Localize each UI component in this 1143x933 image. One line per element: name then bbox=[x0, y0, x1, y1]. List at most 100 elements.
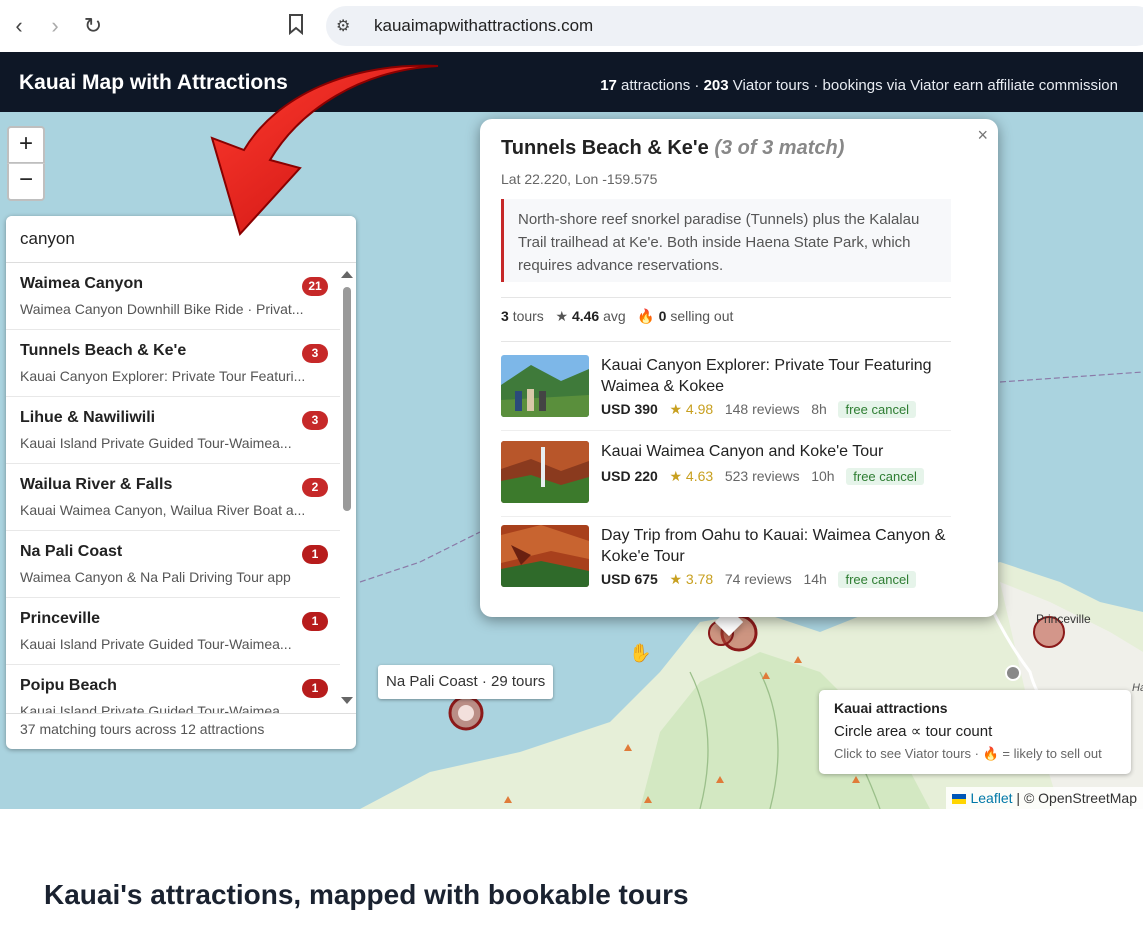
marker-na-pali-inner bbox=[458, 705, 474, 721]
divider bbox=[501, 430, 951, 431]
result-item-wailua-river[interactable]: Wailua River & Falls Kauai Waimea Canyon… bbox=[6, 464, 340, 531]
tour-count-badge: 3 bbox=[302, 411, 328, 430]
result-item-waimea-canyon[interactable]: Waimea Canyon Waimea Canyon Downhill Bik… bbox=[6, 263, 340, 330]
hand-cursor-icon: ✋ bbox=[629, 643, 652, 663]
url-text: kauaimapwithattractions.com bbox=[374, 16, 594, 35]
divider bbox=[501, 516, 951, 517]
tour-count-badge: 1 bbox=[302, 679, 328, 698]
result-name: Na Pali Coast bbox=[20, 543, 123, 560]
results-scrollbar[interactable] bbox=[340, 267, 354, 711]
address-bar[interactable]: ⚙ kauaimapwithattractions.com bbox=[326, 6, 1143, 46]
map-attribution: Leaflet | © OpenStreetMap bbox=[946, 787, 1143, 809]
tour-image[interactable] bbox=[501, 355, 589, 417]
free-cancel-badge: free cancel bbox=[838, 571, 917, 588]
free-cancel-badge: free cancel bbox=[838, 401, 917, 418]
tour-count-badge: 1 bbox=[302, 612, 328, 631]
result-item-poipu-beach[interactable]: Poipu Beach Kauai Island Private Guided … bbox=[6, 665, 340, 713]
result-subtitle: Kauai Waimea Canyon, Wailua River Boat a… bbox=[20, 502, 306, 518]
bookmark-icon[interactable] bbox=[283, 13, 309, 39]
selling-out-label: selling out bbox=[670, 308, 734, 324]
fire-icon: 🔥 bbox=[637, 308, 655, 324]
tour-image[interactable] bbox=[501, 525, 589, 587]
result-name: Tunnels Beach & Ke'e bbox=[20, 342, 187, 359]
result-name: Poipu Beach bbox=[20, 677, 117, 694]
site-title[interactable]: Kauai Map with Attractions bbox=[19, 71, 288, 95]
attraction-popup: × Tunnels Beach & Ke'e (3 of 3 match) La… bbox=[480, 119, 998, 617]
leaflet-link[interactable]: Leaflet bbox=[970, 790, 1012, 806]
tour-meta: USD 390 ★ 4.98 148 reviews 8h free cance… bbox=[601, 401, 917, 418]
tour-image[interactable] bbox=[501, 441, 589, 503]
result-item-lihue[interactable]: Lihue & Nawiliwili Kauai Island Private … bbox=[6, 397, 340, 464]
zoom-out-button[interactable]: − bbox=[7, 163, 45, 201]
browser-toolbar: ‹ › ↻ ⚙ kauaimapwithattractions.com bbox=[0, 0, 1143, 52]
result-subtitle: Kauai Island Private Guided Tour-Waimea.… bbox=[20, 703, 292, 713]
legend-line-1: Circle area ∝ tour count bbox=[834, 723, 993, 740]
section-title: Kauai's attractions, mapped with bookabl… bbox=[44, 879, 689, 910]
reload-icon[interactable]: ↻ bbox=[80, 13, 106, 39]
tour-duration: 8h bbox=[811, 401, 827, 417]
result-name: Lihue & Nawiliwili bbox=[20, 409, 156, 426]
close-icon[interactable]: × bbox=[977, 125, 988, 146]
site-header: Kauai Map with Attractions 17 attraction… bbox=[0, 52, 1143, 112]
tour-count-badge: 1 bbox=[302, 545, 328, 564]
result-subtitle: Kauai Island Private Guided Tour-Waimea.… bbox=[20, 636, 292, 652]
scroll-down-icon[interactable] bbox=[341, 697, 353, 704]
popup-match-count: (3 of 3 match) bbox=[714, 137, 845, 159]
result-name: Wailua River & Falls bbox=[20, 476, 173, 493]
tour-meta: USD 220 ★ 4.63 523 reviews 10h free canc… bbox=[601, 468, 924, 485]
tour-name[interactable]: Kauai Waimea Canyon and Koke'e Tour bbox=[601, 441, 951, 462]
results-summary: 37 matching tours across 12 attractions bbox=[6, 713, 356, 749]
osm-attribution[interactable]: | © OpenStreetMap bbox=[1016, 790, 1137, 806]
legend-title: Kauai attractions bbox=[834, 700, 948, 716]
tour-reviews: 523 reviews bbox=[724, 468, 800, 484]
avg-label: avg bbox=[603, 308, 626, 324]
tour-card-2[interactable]: Kauai Waimea Canyon and Koke'e Tour USD … bbox=[501, 441, 951, 519]
tour-price: USD 390 bbox=[601, 401, 658, 417]
tour-count-badge: 3 bbox=[302, 344, 328, 363]
tours-count: 3 bbox=[501, 308, 509, 324]
free-cancel-badge: free cancel bbox=[846, 468, 924, 485]
tour-meta: USD 675 ★ 3.78 74 reviews 14h free cance… bbox=[601, 571, 917, 588]
search-panel: Waimea Canyon Waimea Canyon Downhill Bik… bbox=[6, 216, 356, 749]
divider bbox=[501, 341, 951, 342]
forward-icon[interactable]: › bbox=[42, 13, 68, 39]
popup-coordinates: Lat 22.220, Lon -159.575 bbox=[501, 171, 658, 187]
back-icon[interactable]: ‹ bbox=[6, 13, 32, 39]
tour-rating: ★ 4.63 bbox=[669, 468, 714, 484]
tour-count-badge: 2 bbox=[302, 478, 328, 497]
zoom-in-button[interactable]: + bbox=[7, 126, 45, 164]
tour-rating: ★ 4.98 bbox=[669, 401, 714, 417]
tour-card-1[interactable]: Kauai Canyon Explorer: Private Tour Feat… bbox=[501, 355, 951, 433]
result-subtitle: Kauai Island Private Guided Tour-Waimea.… bbox=[20, 435, 292, 451]
result-item-tunnels-beach[interactable]: Tunnels Beach & Ke'e Kauai Canyon Explor… bbox=[6, 330, 340, 397]
tour-name[interactable]: Kauai Canyon Explorer: Private Tour Feat… bbox=[601, 355, 951, 397]
result-subtitle: Kauai Canyon Explorer: Private Tour Feat… bbox=[20, 368, 306, 384]
popup-stats: 3 tours ★ 4.46 avg 🔥 0 selling out bbox=[501, 308, 733, 325]
tours-label: Viator tours · bookings via Viator earn … bbox=[732, 77, 1118, 94]
tour-reviews: 148 reviews bbox=[724, 401, 800, 417]
tour-price: USD 220 bbox=[601, 468, 658, 484]
result-subtitle: Waimea Canyon & Na Pali Driving Tour app bbox=[20, 569, 291, 585]
tour-card-3[interactable]: Day Trip from Oahu to Kauai: Waimea Cany… bbox=[501, 525, 951, 603]
result-name: Waimea Canyon bbox=[20, 275, 143, 292]
tour-reviews: 74 reviews bbox=[724, 571, 792, 587]
site-settings-icon[interactable]: ⚙ bbox=[336, 16, 350, 36]
scroll-thumb[interactable] bbox=[343, 287, 351, 511]
ukraine-flag-icon bbox=[952, 794, 967, 804]
result-name: Princeville bbox=[20, 610, 101, 627]
tour-name[interactable]: Day Trip from Oahu to Kauai: Waimea Cany… bbox=[601, 525, 951, 567]
scroll-up-icon[interactable] bbox=[341, 271, 353, 278]
divider bbox=[501, 297, 951, 298]
result-item-princeville[interactable]: Princeville Kauai Island Private Guided … bbox=[6, 598, 340, 665]
tour-duration: 14h bbox=[803, 571, 827, 587]
search-input[interactable] bbox=[6, 216, 356, 263]
result-subtitle: Waimea Canyon Downhill Bike Ride · Priva… bbox=[20, 301, 304, 317]
tours-label: tours bbox=[512, 308, 544, 324]
attractions-count: 17 bbox=[600, 77, 617, 94]
avg-rating: 4.46 bbox=[571, 308, 600, 324]
map-canvas[interactable]: + − Waimea Canyon Waimea Canyon Downhill… bbox=[0, 112, 1143, 809]
tour-count-badge: 21 bbox=[302, 277, 328, 296]
tour-price: USD 675 bbox=[601, 571, 658, 587]
popup-description: North-shore reef snorkel paradise (Tunne… bbox=[501, 199, 951, 282]
result-item-na-pali-coast[interactable]: Na Pali Coast Waimea Canyon & Na Pali Dr… bbox=[6, 531, 340, 598]
